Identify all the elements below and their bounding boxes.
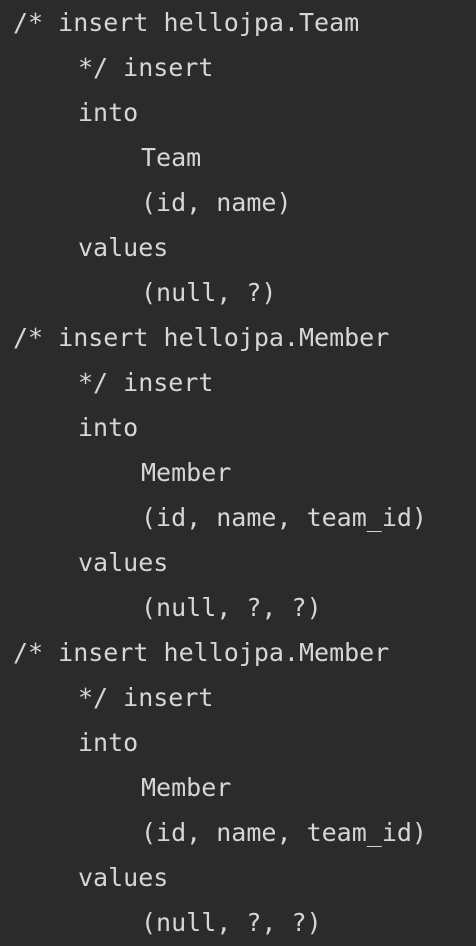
code-line: values — [78, 863, 169, 892]
code-line: (id, name, team_id) — [141, 503, 427, 532]
code-line: Member — [141, 458, 232, 487]
code-line: Member — [141, 773, 232, 802]
code-line: into — [78, 728, 139, 757]
code-line: /* insert hellojpa.Team — [13, 8, 360, 37]
code-line: */ insert — [78, 368, 214, 397]
code-line: /* insert hellojpa.Member — [13, 638, 390, 667]
code-line: into — [78, 413, 139, 442]
code-line: (null, ?, ?) — [141, 593, 322, 622]
code-line: values — [78, 548, 169, 577]
code-line: (id, name) — [141, 188, 292, 217]
code-line: */ insert — [78, 53, 214, 82]
code-line: into — [78, 98, 139, 127]
code-line: (null, ?) — [141, 278, 277, 307]
code-line: (id, name, team_id) — [141, 818, 427, 847]
code-line: values — [78, 233, 169, 262]
code-line: */ insert — [78, 683, 214, 712]
sql-log-console: /* insert hellojpa.Team */ insert into T… — [0, 0, 476, 946]
code-line: Team — [141, 143, 202, 172]
code-line: (null, ?, ?) — [141, 908, 322, 937]
code-line: /* insert hellojpa.Member — [13, 323, 390, 352]
